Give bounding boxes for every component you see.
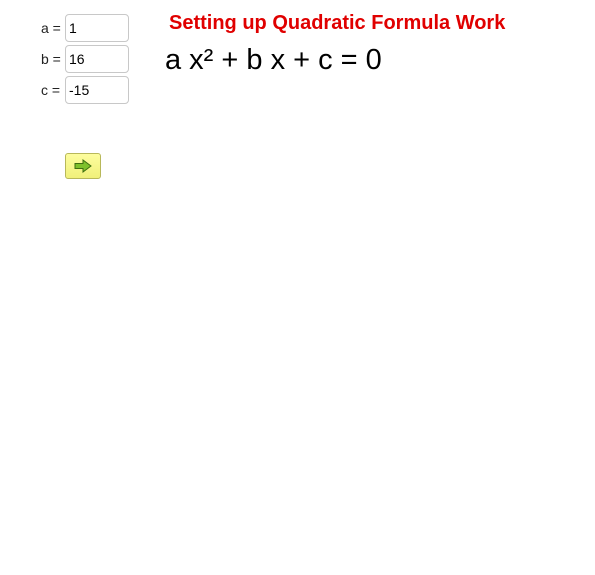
next-step-button[interactable] [65, 153, 101, 179]
coefficient-a-row: a = [41, 14, 129, 42]
page-title: Setting up Quadratic Formula Work [169, 12, 506, 34]
coefficient-a-label: a = [41, 20, 61, 36]
coefficient-a-input[interactable] [65, 14, 129, 42]
quadratic-equation: a x² + b x + c = 0 [165, 44, 382, 76]
coefficient-c-input[interactable] [65, 76, 129, 104]
coefficient-c-row: c = [41, 76, 129, 104]
coefficient-c-label: c = [41, 82, 61, 98]
coefficient-b-label: b = [41, 51, 61, 67]
applet-canvas: a = b = c = Setting up Quadratic Formula… [0, 0, 595, 575]
coefficient-b-row: b = [41, 45, 129, 73]
right-arrow-icon [74, 159, 92, 173]
coefficient-b-input[interactable] [65, 45, 129, 73]
